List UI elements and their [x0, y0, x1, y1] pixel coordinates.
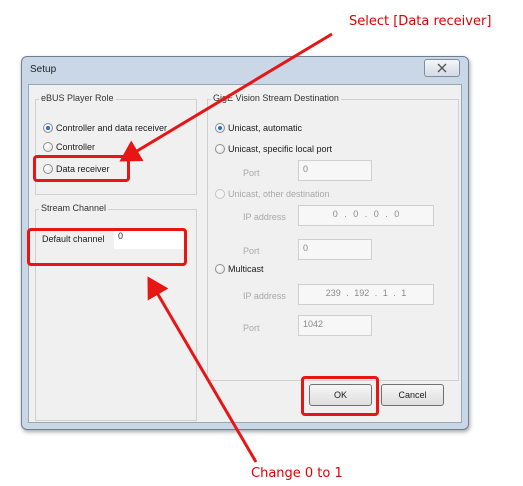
- player-role-title: eBUS Player Role: [39, 93, 116, 103]
- dialog-title: Setup: [30, 64, 57, 75]
- radio-icon: [215, 189, 225, 199]
- other-port-input[interactable]: 0: [298, 239, 372, 260]
- multicast-port-label: Port: [243, 323, 260, 333]
- other-port-label: Port: [243, 246, 260, 256]
- multicast-port-input[interactable]: 1042: [298, 315, 372, 336]
- cancel-button[interactable]: Cancel: [381, 384, 444, 406]
- radio-icon: [215, 264, 225, 274]
- radio-unicast-automatic[interactable]: Unicast, automatic: [215, 123, 302, 133]
- radio-label: Controller and data receiver: [56, 123, 168, 133]
- radio-multicast[interactable]: Multicast: [215, 264, 264, 274]
- highlight-data-receiver: [33, 155, 130, 182]
- radio-controller[interactable]: Controller: [43, 142, 95, 152]
- other-ip-input[interactable]: 0 . 0 . 0 . 0: [298, 205, 434, 226]
- radio-label: Unicast, specific local port: [228, 144, 333, 154]
- stream-channel-title: Stream Channel: [39, 203, 109, 213]
- specific-port-input[interactable]: 0: [298, 160, 372, 181]
- radio-checked-icon: [215, 123, 225, 133]
- annotation-select-data-receiver: Select [Data receiver]: [349, 14, 492, 29]
- other-ip-label: IP address: [243, 212, 286, 222]
- radio-label: Multicast: [228, 264, 264, 274]
- radio-unicast-other-destination[interactable]: Unicast, other destination: [215, 189, 330, 199]
- multicast-ip-input[interactable]: 239 . 192 . 1 . 1: [298, 284, 434, 305]
- stream-destination-title: GigE Vision Stream Destination: [211, 93, 341, 103]
- radio-controller-and-data-receiver[interactable]: Controller and data receiver: [43, 123, 167, 133]
- highlight-default-channel: [27, 228, 187, 266]
- specific-port-label: Port: [243, 168, 260, 178]
- radio-label: Unicast, other destination: [228, 189, 330, 199]
- highlight-ok-button: [301, 376, 379, 416]
- multicast-ip-label: IP address: [243, 291, 286, 301]
- close-button[interactable]: [424, 59, 460, 77]
- radio-label: Controller: [56, 142, 96, 152]
- radio-unicast-specific-port[interactable]: Unicast, specific local port: [215, 144, 332, 154]
- radio-label: Unicast, automatic: [228, 123, 303, 133]
- annotation-change-channel: Change 0 to 1: [251, 466, 343, 481]
- close-x-icon: [437, 63, 447, 73]
- radio-icon: [215, 144, 225, 154]
- title-bar: Setup: [22, 57, 468, 83]
- radio-icon: [43, 142, 53, 152]
- radio-checked-icon: [43, 123, 53, 133]
